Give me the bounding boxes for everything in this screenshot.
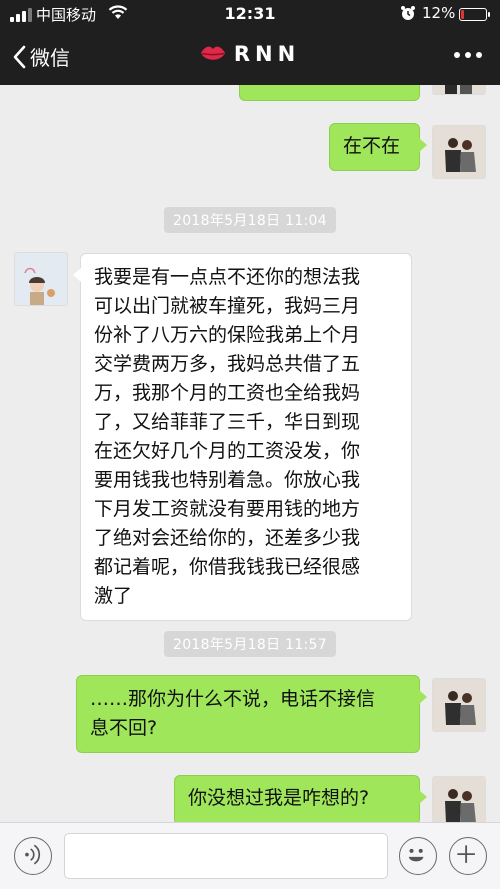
message-line: 我要是有一点点不还你的想法我 — [94, 266, 361, 288]
message-bubble-outgoing[interactable]: ……那你为什么不说，电话不接信 息不回? — [76, 675, 427, 753]
avatar-friend[interactable] — [14, 252, 68, 306]
message-bubble-outgoing[interactable]: 在不在 — [329, 123, 427, 171]
battery-icon — [459, 8, 490, 21]
avatar-me[interactable] — [432, 125, 486, 179]
lips-icon — [200, 46, 225, 60]
message-line: ……那你为什么不说，电话不接信 — [90, 688, 376, 710]
message-line: 了绝对会还给你的，还差多少我 — [94, 527, 361, 549]
top-bar: 中国移动 12:31 12% 微信 RNN — [0, 0, 500, 85]
message-line: 了，又给菲菲了三千，华日到现 — [94, 411, 361, 433]
avatar-image — [433, 777, 485, 822]
message-line: 份补了八万六的保险我弟上个月 — [94, 324, 361, 346]
message-bubble-outgoing[interactable] — [239, 85, 420, 101]
nav-bar: 微信 RNN — [0, 28, 500, 85]
message-line: 可以出门就被车撞死，我妈三月 — [94, 295, 361, 317]
timestamp: 2018年5月18日 11:04 — [0, 207, 500, 233]
battery-fill — [461, 10, 464, 19]
message-text: 在不在 — [343, 135, 401, 157]
status-bar: 中国移动 12:31 12% — [0, 0, 500, 28]
avatar-image — [433, 679, 485, 731]
emoji-icon[interactable] — [399, 837, 437, 875]
ellipsis-icon[interactable] — [454, 52, 482, 58]
avatar-me[interactable] — [432, 678, 486, 732]
avatar-me[interactable] — [432, 776, 486, 822]
message-line: 都记着呢，你借我钱我已经很感 — [94, 556, 361, 578]
message-line: 下月发工资就没有要用钱的地方 — [94, 498, 361, 520]
alarm-icon — [401, 6, 415, 20]
message-line: 息不回? — [90, 717, 158, 739]
message-bubble-incoming[interactable]: 我要是有一点点不还你的想法我 可以出门就被车撞死，我妈三月 份补了八万六的保险我… — [73, 253, 412, 621]
chat-title-text: RNN — [233, 42, 301, 66]
avatar-image — [433, 85, 485, 94]
message-line: 在还欠好几个月的工资没发，你 — [94, 440, 361, 462]
message-line: 交学费两万多，我妈总共借了五 — [94, 353, 361, 375]
message-line: 万，我那个月的工资也全给我妈 — [94, 382, 361, 404]
avatar-image — [15, 253, 67, 305]
chat-title: RNN — [0, 42, 500, 66]
input-bar — [0, 822, 500, 889]
message-text: 你没想过我是咋想的? — [188, 787, 370, 809]
message-line: 激了 — [94, 585, 133, 607]
message-line: 要用钱我也特别着急。你放心我 — [94, 469, 361, 491]
timestamp: 2018年5月18日 11:57 — [0, 631, 500, 657]
battery-percent: 12% — [422, 4, 456, 22]
message-bubble-outgoing[interactable]: 你没想过我是咋想的? — [174, 775, 427, 822]
voice-icon[interactable] — [14, 837, 52, 875]
message-input[interactable] — [64, 833, 388, 879]
avatar-image — [433, 126, 485, 178]
avatar-me[interactable] — [432, 85, 486, 95]
chat-area[interactable]: 在不在 2018年5月18日 11:04 我要是有一点点不还你的想法我 可以出门… — [0, 85, 500, 822]
plus-icon[interactable] — [449, 837, 487, 875]
